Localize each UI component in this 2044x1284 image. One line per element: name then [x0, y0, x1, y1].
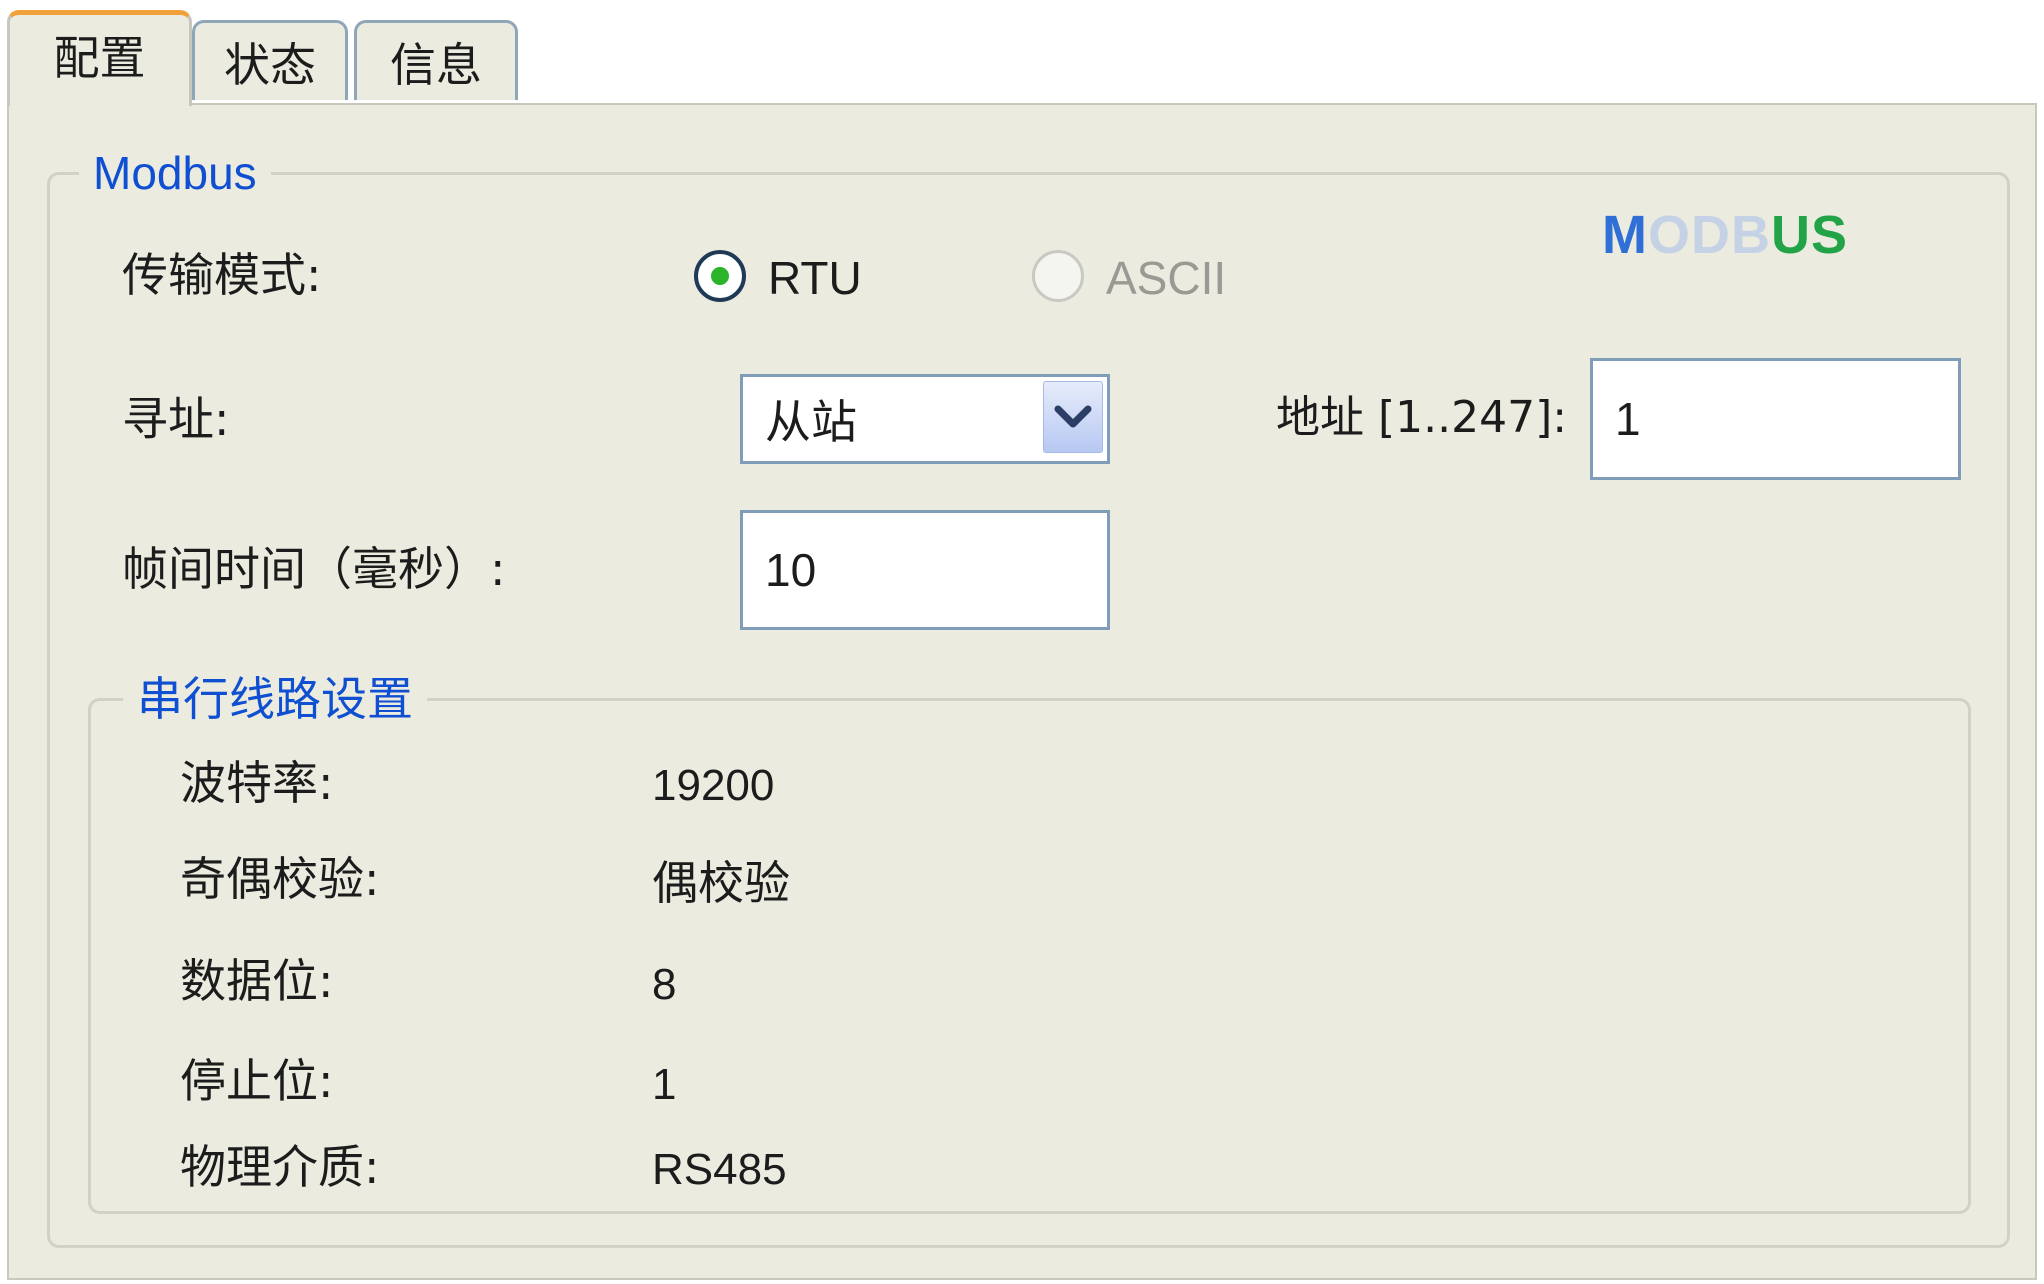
chevron-down-icon: [1054, 405, 1092, 428]
modbus-config-window: 配置 状态 信息 Modbus MODBUS 传输模式: RTU ASCII 寻…: [0, 0, 2044, 1284]
stop-bits-value: 1: [652, 1060, 677, 1109]
modbus-logo: MODBUS: [1602, 208, 1848, 262]
transmission-mode-label: 传输模式:: [122, 248, 322, 302]
baud-rate-value: 19200: [652, 761, 775, 810]
frame-time-input[interactable]: 10: [740, 510, 1110, 630]
tab-status-label: 状态: [224, 37, 316, 92]
frame-time-label: 帧间时间（毫秒）:: [122, 542, 506, 596]
radio-ascii-label[interactable]: ASCII: [1106, 255, 1226, 301]
address-label: 地址 [1..247]:: [1276, 392, 1568, 443]
serial-line-group: [88, 698, 1971, 1214]
addressing-select[interactable]: 从站: [740, 374, 1110, 464]
tab-info[interactable]: 信息: [354, 20, 518, 100]
parity-value: 偶校验: [652, 856, 790, 910]
logo-part-b: B: [1730, 205, 1771, 265]
logo-part-od: OD: [1647, 205, 1731, 265]
address-input[interactable]: 1: [1590, 358, 1961, 480]
data-bits-label: 数据位:: [180, 954, 334, 1008]
tab-info-label: 信息: [390, 37, 482, 92]
physical-medium-value: RS485: [652, 1145, 787, 1194]
address-value: 1: [1615, 393, 1641, 445]
radio-rtu-dot: [711, 267, 729, 285]
tab-status[interactable]: 状态: [192, 20, 348, 100]
radio-rtu[interactable]: [694, 250, 746, 302]
logo-part-us: US: [1770, 205, 1848, 265]
frame-time-value: 10: [765, 544, 817, 596]
addressing-label: 寻址:: [122, 392, 230, 446]
serial-line-group-legend: 串行线路设置: [123, 676, 427, 722]
tab-config[interactable]: 配置: [7, 10, 192, 106]
addressing-dropdown-button[interactable]: [1043, 381, 1103, 453]
stop-bits-label: 停止位:: [180, 1054, 334, 1108]
parity-label: 奇偶校验:: [180, 852, 380, 906]
logo-part-m: M: [1602, 205, 1648, 265]
addressing-selected-value: 从站: [765, 395, 857, 449]
modbus-group-legend: Modbus: [79, 150, 271, 196]
baud-rate-label: 波特率:: [180, 756, 334, 810]
physical-medium-label: 物理介质:: [180, 1140, 380, 1194]
data-bits-value: 8: [652, 960, 677, 1009]
tab-config-label: 配置: [53, 30, 146, 85]
radio-rtu-label[interactable]: RTU: [768, 255, 862, 301]
radio-ascii[interactable]: [1032, 250, 1084, 302]
